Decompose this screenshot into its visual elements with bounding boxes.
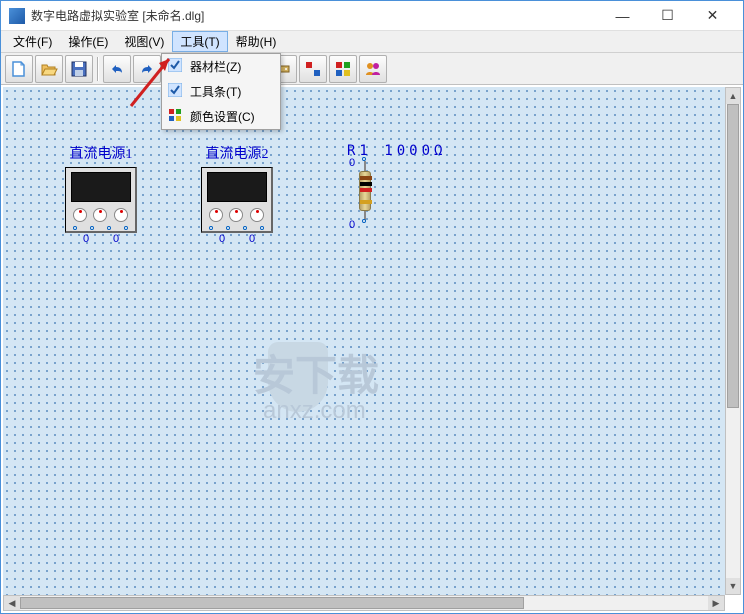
save-icon bbox=[70, 60, 88, 78]
horizontal-scrollbar[interactable]: ◀ ▶ bbox=[3, 595, 725, 611]
menu-tools[interactable]: 工具(T) bbox=[172, 31, 227, 52]
window-controls: — ☐ ✕ bbox=[600, 2, 735, 30]
tools-dropdown: 器材栏(Z) 工具条(T) 颜色设置(C) bbox=[161, 53, 281, 130]
psu-knobs bbox=[202, 206, 271, 224]
resistor-core bbox=[359, 171, 371, 211]
device-label: 直流电源2 bbox=[201, 143, 273, 163]
minimize-button[interactable]: — bbox=[600, 2, 645, 30]
psu-screen bbox=[207, 172, 267, 202]
psu-terminal[interactable] bbox=[209, 226, 213, 230]
resistor-band bbox=[360, 182, 372, 186]
watermark-url: anxz.com bbox=[263, 397, 366, 425]
users-button[interactable] bbox=[359, 55, 387, 83]
canvas[interactable]: 安下载 anxz.com 直流电源1 0 bbox=[3, 87, 725, 595]
pin-label: 0 bbox=[219, 233, 225, 245]
new-file-icon bbox=[10, 60, 28, 78]
watermark-shield bbox=[268, 342, 328, 412]
menu-operate[interactable]: 操作(E) bbox=[60, 31, 116, 52]
pin-label: 0 bbox=[249, 233, 255, 245]
redo-icon bbox=[138, 60, 156, 78]
psu-pin-labels: 0 0 bbox=[201, 233, 273, 245]
new-file-button[interactable] bbox=[5, 55, 33, 83]
resistor-wire bbox=[364, 161, 366, 171]
scroll-thumb[interactable] bbox=[20, 597, 524, 609]
psu-terminal[interactable] bbox=[124, 226, 128, 230]
resistor-band bbox=[360, 188, 372, 192]
dropdown-item-label: 颜色设置(C) bbox=[190, 110, 255, 124]
psu-knob[interactable] bbox=[250, 208, 264, 222]
resistor-body: 0 0 bbox=[359, 161, 371, 221]
menu-help[interactable]: 帮助(H) bbox=[228, 31, 285, 52]
window-title: 数字电路虚拟实验室 [未命名.dlg] bbox=[31, 7, 600, 24]
psu-terminal[interactable] bbox=[260, 226, 264, 230]
app-icon bbox=[9, 8, 25, 24]
toolbar bbox=[1, 53, 743, 85]
psu-terminals bbox=[202, 226, 271, 230]
pin-label: 0 bbox=[349, 219, 355, 231]
psu-body bbox=[65, 167, 137, 233]
resistor-band bbox=[360, 200, 372, 204]
titlebar[interactable]: 数字电路虚拟实验室 [未命名.dlg] — ☐ ✕ bbox=[1, 1, 743, 31]
device-label: 直流电源1 bbox=[65, 143, 137, 163]
scroll-right-button[interactable]: ▶ bbox=[708, 596, 724, 610]
dropdown-item-toolbar[interactable]: 工具条(T) bbox=[162, 79, 280, 104]
watermark-text: 安下载 bbox=[253, 342, 379, 403]
dc-power-supply-2[interactable]: 直流电源2 0 0 bbox=[201, 143, 273, 245]
psu-terminal[interactable] bbox=[226, 226, 230, 230]
psu-knob[interactable] bbox=[73, 208, 87, 222]
scroll-thumb[interactable] bbox=[727, 104, 739, 408]
pin-label: 0 bbox=[113, 233, 119, 245]
resistor-node-bottom[interactable] bbox=[362, 219, 366, 223]
check-icon bbox=[168, 58, 182, 72]
dropdown-item-label: 器材栏(Z) bbox=[190, 60, 241, 74]
pin-label: 0 bbox=[83, 233, 89, 245]
vertical-scrollbar[interactable]: ▲ ▼ bbox=[725, 87, 741, 595]
psu-knobs bbox=[66, 206, 135, 224]
menu-file[interactable]: 文件(F) bbox=[5, 31, 60, 52]
scroll-down-button[interactable]: ▼ bbox=[726, 578, 740, 594]
scroll-left-button[interactable]: ◀ bbox=[4, 596, 20, 610]
component2-icon bbox=[304, 60, 322, 78]
psu-terminals bbox=[66, 226, 135, 230]
open-file-button[interactable] bbox=[35, 55, 63, 83]
psu-pin-labels: 0 0 bbox=[65, 233, 137, 245]
redo-button[interactable] bbox=[133, 55, 161, 83]
psu-screen bbox=[71, 172, 131, 202]
users-icon bbox=[364, 60, 382, 78]
psu-body bbox=[201, 167, 273, 233]
psu-terminal[interactable] bbox=[90, 226, 94, 230]
menubar: 文件(F) 操作(E) 视图(V) 工具(T) 帮助(H) bbox=[1, 31, 743, 53]
undo-button[interactable] bbox=[103, 55, 131, 83]
dropdown-item-components-bar[interactable]: 器材栏(Z) bbox=[162, 54, 280, 79]
undo-icon bbox=[108, 60, 126, 78]
toolbar-separator bbox=[97, 57, 99, 81]
maximize-button[interactable]: ☐ bbox=[645, 2, 690, 30]
resistor-band bbox=[360, 176, 372, 180]
open-folder-icon bbox=[40, 60, 58, 78]
check-icon bbox=[168, 83, 182, 97]
color-icon bbox=[168, 108, 182, 122]
app-window: 数字电路虚拟实验室 [未命名.dlg] — ☐ ✕ 文件(F) 操作(E) 视图… bbox=[0, 0, 744, 614]
psu-knob[interactable] bbox=[114, 208, 128, 222]
dropdown-item-label: 工具条(T) bbox=[190, 85, 241, 99]
psu-terminal[interactable] bbox=[73, 226, 77, 230]
psu-terminal[interactable] bbox=[243, 226, 247, 230]
pin-label: 0 bbox=[349, 157, 355, 169]
dc-power-supply-1[interactable]: 直流电源1 0 0 bbox=[65, 143, 137, 245]
scroll-up-button[interactable]: ▲ bbox=[726, 88, 740, 104]
resistor-r1[interactable]: R1 1000Ω 0 0 bbox=[347, 143, 446, 221]
save-file-button[interactable] bbox=[65, 55, 93, 83]
grid-color-button[interactable] bbox=[329, 55, 357, 83]
psu-knob[interactable] bbox=[209, 208, 223, 222]
component2-button[interactable] bbox=[299, 55, 327, 83]
psu-knob[interactable] bbox=[93, 208, 107, 222]
close-button[interactable]: ✕ bbox=[690, 2, 735, 30]
psu-terminal[interactable] bbox=[107, 226, 111, 230]
dropdown-item-color-settings[interactable]: 颜色设置(C) bbox=[162, 104, 280, 129]
palette-icon bbox=[334, 60, 352, 78]
menu-view[interactable]: 视图(V) bbox=[116, 31, 172, 52]
psu-knob[interactable] bbox=[229, 208, 243, 222]
